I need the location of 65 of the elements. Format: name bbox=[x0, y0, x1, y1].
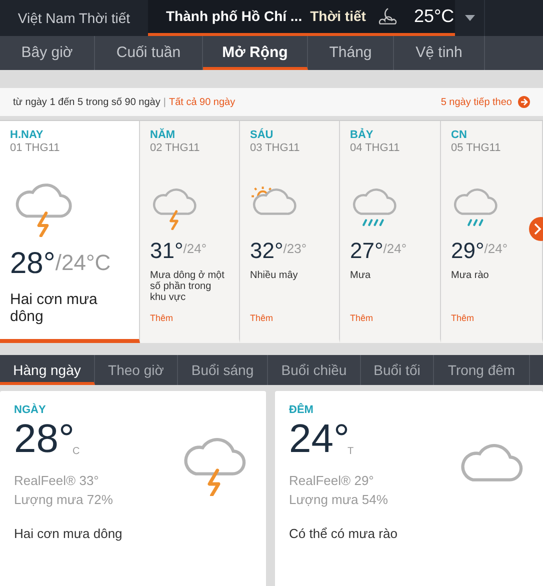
high-temperature: 31° bbox=[150, 240, 184, 262]
day-date: 03 THG11 bbox=[250, 142, 301, 155]
high-temperature: 27° bbox=[350, 240, 384, 262]
location-bar[interactable]: Thành phố Hồ Chí ... Thời tiết 25°C bbox=[148, 0, 455, 36]
period-title: NGÀY bbox=[14, 403, 47, 417]
day-date: 02 THG11 bbox=[150, 142, 201, 155]
precipitation: Lượng mưa 72% bbox=[14, 491, 114, 509]
site-title[interactable]: Việt Nam Thời tiết bbox=[0, 0, 148, 36]
day-name: BẢY bbox=[350, 129, 374, 142]
chevron-right-icon bbox=[534, 223, 542, 235]
range-text: từ ngày 1 đến 5 trong số 90 ngày bbox=[13, 96, 160, 110]
caret-icon bbox=[464, 15, 474, 21]
day-date: 01 THG11 bbox=[10, 142, 61, 155]
realfeel: RealFeel® 29° bbox=[289, 472, 375, 490]
day-name: NĂM bbox=[150, 129, 176, 142]
day-card[interactable]: H.NAY 01 THG11 28°/24°C Hai cơn mưa dông bbox=[0, 121, 140, 343]
low-temperature: /24° bbox=[383, 242, 407, 255]
low-temperature: /23° bbox=[283, 242, 307, 255]
low-temperature: /24° bbox=[183, 242, 207, 255]
day-description: Mưa dông ở một số phần trong khu vực bbox=[150, 270, 226, 303]
realfeel: RealFeel® 33° bbox=[14, 472, 100, 490]
period-tab[interactable]: Theo giờ bbox=[95, 355, 178, 385]
period-tab[interactable]: Buổi sáng bbox=[178, 355, 268, 385]
temperature: 24° bbox=[289, 419, 350, 459]
period-tab[interactable]: Buổi chiều bbox=[268, 355, 361, 385]
nav-tab[interactable]: Tháng bbox=[308, 36, 394, 70]
temperature: 28° bbox=[14, 419, 74, 459]
period-tab[interactable]: Buổi tối bbox=[361, 355, 434, 385]
high-temperature: 29° bbox=[451, 240, 484, 262]
low-temperature: /24° bbox=[484, 242, 508, 255]
day-description: Mưa rào bbox=[451, 270, 490, 281]
high-temperature: 32° bbox=[250, 240, 284, 262]
all-days-link[interactable]: Tất cả 90 ngày bbox=[168, 94, 236, 110]
period-title: ĐÊM bbox=[289, 403, 314, 417]
next-days-link[interactable]: 5 ngày tiếp theo bbox=[440, 94, 512, 110]
nav-tab[interactable]: Cuối tuần bbox=[95, 36, 203, 70]
day-name: SÁU bbox=[250, 129, 274, 142]
nav-tab[interactable]: Bây giờ bbox=[0, 36, 95, 70]
detail-description: Hai cơn mưa dông bbox=[14, 525, 124, 543]
separator: | bbox=[163, 96, 166, 110]
arrow-right-icon bbox=[518, 96, 530, 108]
day-name: CN bbox=[451, 129, 468, 142]
low-temperature: /24°C bbox=[55, 252, 111, 274]
temperature-unit: T bbox=[348, 445, 354, 459]
high-temperature: 28° bbox=[10, 248, 56, 279]
nav-tab[interactable]: Vệ tinh bbox=[394, 36, 485, 70]
more-link[interactable]: Thêm bbox=[451, 312, 474, 325]
temperature-unit: C bbox=[72, 445, 80, 459]
day-name: H.NAY bbox=[10, 129, 44, 142]
precipitation: Lượng mưa 54% bbox=[289, 491, 389, 509]
day-date: 05 THG11 bbox=[451, 142, 502, 155]
detail-description: Có thể có mưa rào bbox=[289, 525, 398, 543]
weather-label: Thời tiết bbox=[310, 7, 366, 26]
day-description: Mưa bbox=[350, 270, 372, 281]
period-tab[interactable]: Hàng ngày bbox=[0, 355, 95, 385]
current-temperature: 25°C bbox=[414, 5, 454, 28]
nav-tab[interactable]: Mở Rộng bbox=[203, 36, 308, 70]
more-link[interactable]: Thêm bbox=[350, 312, 374, 325]
period-tab[interactable]: Trong đêm bbox=[434, 355, 530, 385]
day-description: Hai cơn mưa dông bbox=[10, 290, 98, 325]
city-name: Thành phố Hồ Chí ... bbox=[166, 7, 302, 26]
more-link[interactable]: Thêm bbox=[150, 312, 174, 325]
more-link[interactable]: Thêm bbox=[250, 312, 274, 325]
day-description: Nhiều mây bbox=[250, 270, 299, 281]
day-date: 04 THG11 bbox=[350, 142, 401, 155]
